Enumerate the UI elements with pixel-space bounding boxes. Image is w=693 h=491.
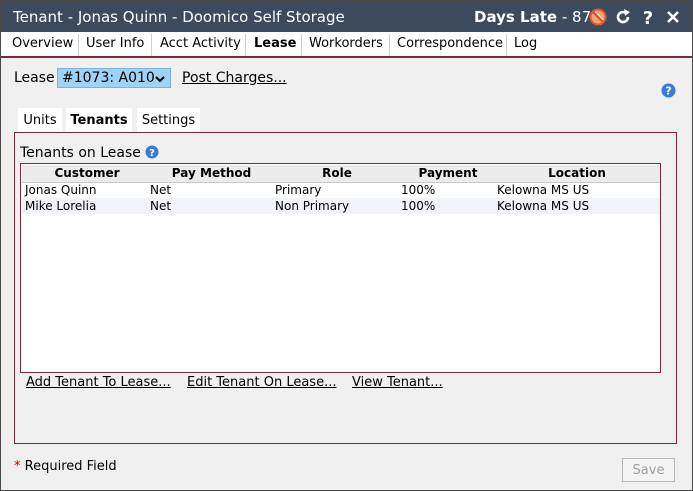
close-icon[interactable] [662, 6, 684, 28]
tenant-window: Tenant - Jonas Quinn - Doomico Self Stor… [0, 0, 693, 491]
tab-divider [78, 34, 79, 56]
svg-text:?: ? [643, 8, 653, 26]
edit-tenant-link[interactable]: Edit Tenant On Lease... [187, 375, 336, 390]
required-field-note: * Required Field [14, 459, 117, 474]
refresh-icon[interactable] [612, 6, 634, 28]
subtab-settings[interactable]: Settings [137, 108, 200, 133]
window-title: Tenant - Jonas Quinn - Doomico Self Stor… [13, 8, 345, 26]
subtab-units[interactable]: Units [18, 108, 62, 133]
cell-customer: Mike Lorelia [25, 199, 97, 213]
lease-label: Lease [14, 70, 55, 86]
cell-role: Non Primary [275, 199, 350, 213]
column-header[interactable]: Customer [25, 165, 149, 182]
tab-user-info[interactable]: User Info [81, 32, 149, 56]
cell-customer: Jonas Quinn [25, 183, 97, 197]
required-text: Required Field [24, 459, 117, 474]
days-late-label: Days Late [474, 8, 558, 26]
tab-overview[interactable]: Overview [7, 32, 78, 56]
cell-pay-method: Net [150, 183, 172, 197]
cell-pay-method: Net [150, 199, 172, 213]
tab-divider [245, 34, 246, 56]
add-tenant-link[interactable]: Add Tenant To Lease... [26, 375, 171, 390]
title-bar: Tenant - Jonas Quinn - Doomico Self Stor… [1, 1, 692, 32]
table-header: Customer Pay Method Role Payment Locatio… [22, 165, 660, 183]
tab-workorders[interactable]: Workorders [304, 32, 388, 56]
tab-acct-activity[interactable]: Acct Activity [155, 32, 246, 56]
tab-divider [151, 34, 152, 56]
help-icon[interactable]: ? [145, 145, 159, 159]
save-button[interactable]: Save [622, 458, 675, 482]
cell-location: Kelowna MS US [497, 199, 590, 213]
tenants-table: Customer Pay Method Role Payment Locatio… [20, 163, 661, 373]
chevron-down-icon [154, 72, 166, 90]
svg-text:?: ? [149, 148, 155, 159]
subtab-tenants[interactable]: Tenants [66, 108, 132, 133]
svg-text:?: ? [665, 85, 671, 98]
column-header[interactable]: Payment [400, 165, 496, 182]
cell-payment: 100% [401, 199, 436, 213]
section-title: Tenants on Lease [20, 145, 141, 161]
cell-location: Kelowna MS US [497, 183, 590, 197]
column-header[interactable]: Pay Method [149, 165, 274, 182]
lease-select[interactable]: #1073: A010 [57, 68, 171, 88]
lease-select-value: #1073: A010 [62, 70, 155, 86]
tab-divider [506, 34, 507, 56]
no-symbol-icon[interactable] [587, 6, 609, 28]
days-late: Days Late - 87 [474, 8, 591, 26]
tab-lease[interactable]: Lease [249, 32, 301, 56]
cell-role: Primary [275, 183, 322, 197]
main-tabs: Overview User Info Acct Activity Lease W… [1, 32, 692, 58]
help-icon[interactable]: ? [661, 83, 676, 98]
column-header[interactable]: Location [496, 165, 658, 182]
tab-correspondence[interactable]: Correspondence [392, 32, 508, 56]
tab-divider [389, 34, 390, 56]
post-charges-link[interactable]: Post Charges... [182, 70, 287, 86]
table-row[interactable]: Mike Lorelia Net Non Primary 100% Kelown… [22, 198, 660, 214]
cell-payment: 100% [401, 183, 436, 197]
tab-log[interactable]: Log [509, 32, 542, 56]
view-tenant-link[interactable]: View Tenant... [352, 375, 443, 390]
required-star: * [14, 459, 21, 474]
table-row[interactable]: Jonas Quinn Net Primary 100% Kelowna MS … [22, 182, 660, 198]
help-icon[interactable]: ? [637, 6, 659, 28]
column-header[interactable]: Role [274, 165, 400, 182]
tab-divider [301, 34, 302, 56]
